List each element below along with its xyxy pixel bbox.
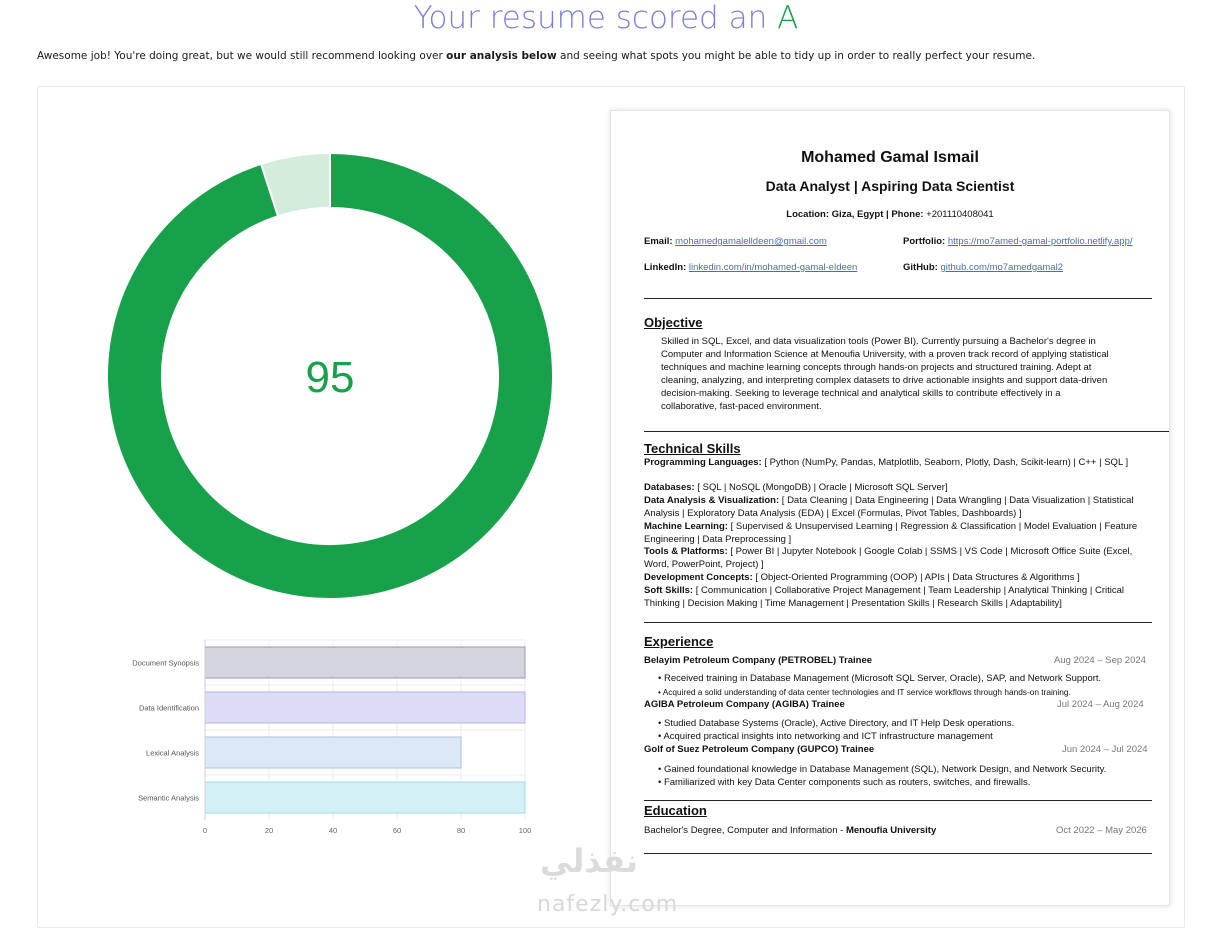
github-label: GitHub:: [903, 262, 938, 273]
github-link[interactable]: github.com/mo7amedgamal2: [940, 262, 1063, 273]
skill-programming: Programming Languages: [ Python (NumPy, …: [644, 457, 1154, 470]
job-bullet: • Acquired a solid understanding of data…: [658, 687, 1071, 697]
category-label: Data Identification: [139, 704, 199, 713]
portfolio-link[interactable]: https://mo7amed-gamal-portfolio.netlify.…: [948, 236, 1133, 247]
skill-label: Databases:: [644, 482, 695, 493]
education-row: Bachelor's Degree, Computer and Informat…: [644, 825, 936, 836]
email-label: Email:: [644, 236, 673, 247]
location-label: Location: Giza, Egypt | Phone:: [786, 209, 924, 220]
resume-location: Location: Giza, Egypt | Phone: +20111040…: [611, 209, 1169, 220]
bar: [204, 646, 526, 679]
objective-text: Skilled in SQL, Excel, and data visualiz…: [661, 335, 1156, 413]
job-date: Jun 2024 – Jul 2024: [1062, 744, 1148, 755]
job-bullet: • Familiarized with key Data Center comp…: [658, 777, 1031, 788]
category-label: Lexical Analysis: [146, 749, 199, 758]
divider: [644, 800, 1152, 801]
bar: [204, 691, 526, 724]
experience-heading: Experience: [644, 634, 714, 649]
linkedin-row: LinkedIn: linkedin.com/in/mohamed-gamal-…: [644, 262, 857, 273]
portfolio-row: Portfolio: https://mo7amed-gamal-portfol…: [903, 236, 1133, 247]
skill-analysis: Data Analysis & Visualization: [ Data Cl…: [644, 495, 1154, 521]
watermark-arabic: نفذلي: [540, 842, 638, 880]
skill-databases: Databases: [ SQL | NoSQL (MongoDB) | Ora…: [644, 482, 1154, 495]
objective-line: techniques and machine learning concepts…: [661, 362, 1092, 373]
skills-heading: Technical Skills: [644, 441, 741, 456]
x-tick-label: 40: [329, 826, 337, 835]
education-heading: Education: [644, 803, 707, 818]
objective-line: Computer and Information Science at Meno…: [661, 349, 1109, 360]
x-tick-label: 0: [203, 826, 207, 835]
email-row: Email: mohamedgamalelldeen@gmail.com: [644, 236, 827, 247]
objective-line: collaborative, fast-paced environment.: [661, 401, 822, 412]
portfolio-label: Portfolio:: [903, 236, 946, 247]
skill-label: Machine Learning:: [644, 521, 728, 532]
phone-value: +201110408041: [923, 209, 994, 220]
bar: [204, 736, 462, 769]
divider: [644, 431, 1169, 432]
skill-dev: Development Concepts: [ Object-Oriented …: [644, 572, 1154, 585]
x-tick-label: 100: [519, 826, 532, 835]
job-bullet: • Studied Database Systems (Oracle), Act…: [658, 718, 1015, 729]
divider: [644, 298, 1152, 299]
skill-text: [ SQL | NoSQL (MongoDB) | Oracle | Micro…: [694, 482, 948, 493]
job-title: AGIBA Petroleum Company (AGIBA) Trainee: [644, 699, 845, 710]
divider: [644, 622, 1152, 623]
category-label: Semantic Analysis: [138, 794, 199, 803]
x-tick-label: 20: [265, 826, 273, 835]
objective-line: Skilled in SQL, Excel, and data visualiz…: [661, 336, 1096, 347]
skill-label: Development Concepts:: [644, 572, 753, 583]
job-date: Jul 2024 – Aug 2024: [1057, 699, 1144, 710]
intro-post: and seeing what spots you might be able …: [556, 50, 1036, 62]
skill-label: Soft Skills:: [644, 585, 694, 596]
job-title: Belayim Petroleum Company (PETROBEL) Tra…: [644, 655, 873, 666]
skill-text: [ Object-Oriented Programming (OOP) | AP…: [752, 572, 1080, 583]
job-bullet: • Received training in Database Manageme…: [658, 673, 1102, 684]
watermark-latin: nafezly.com: [537, 892, 679, 917]
divider: [644, 853, 1152, 854]
skill-text: [ Communication | Collaborative Project …: [644, 585, 1124, 609]
resume-preview: Mohamed Gamal Ismail Data Analyst | Aspi…: [610, 110, 1170, 906]
linkedin-link[interactable]: linkedin.com/in/mohamed-gamal-eldeen: [689, 262, 857, 273]
education-school: Menoufia University: [845, 825, 937, 836]
job-title: Golf of Suez Petroleum Company (GUPCO) T…: [644, 744, 875, 755]
skill-label: Tools & Platforms:: [644, 546, 728, 557]
analysis-bar-chart: 0 20 40 60 80 100 Document Synopsis Data Identi…: [132, 639, 532, 835]
x-tick-label: 60: [393, 826, 401, 835]
objective-heading: Objective: [644, 315, 703, 330]
skill-text: [ Python (NumPy, Pandas, Matplotlib, Sea…: [761, 457, 1129, 468]
job-bullet: • Gained foundational knowledge in Datab…: [658, 764, 1107, 775]
skill-label: Data Analysis & Visualization:: [644, 495, 780, 506]
category-label: Document Synopsis: [132, 659, 199, 668]
skill-ml: Machine Learning: [ Supervised & Unsuper…: [644, 521, 1154, 547]
skill-tools: Tools & Platforms: [ Power BI | Jupyter …: [644, 546, 1154, 572]
job-date: Aug 2024 – Sep 2024: [1054, 655, 1146, 666]
job-bullet: • Acquired practical insights into netwo…: [658, 731, 993, 742]
linkedin-label: LinkedIn:: [644, 262, 687, 273]
skill-label: Programming Languages:: [644, 457, 762, 468]
grade-letter: A: [777, 0, 799, 36]
education-date: Oct 2022 – May 2026: [1056, 825, 1147, 836]
github-row: GitHub: github.com/mo7amedgamal2: [903, 262, 1063, 273]
objective-line: cleaning, analyzing, and interpreting co…: [661, 375, 1108, 386]
objective-line: decision-making. Seeking to leverage tec…: [661, 388, 1061, 399]
email-link[interactable]: mohamedgamalelldeen@gmail.com: [675, 236, 827, 247]
education-degree: Bachelor's Degree, Computer and Informat…: [644, 825, 846, 836]
x-tick-label: 80: [457, 826, 465, 835]
resume-title: Data Analyst | Aspiring Data Scientist: [765, 178, 1015, 194]
skill-soft: Soft Skills: [ Communication | Collabora…: [644, 585, 1154, 611]
bar: [204, 781, 526, 814]
resume-name: Mohamed Gamal Ismail: [801, 149, 979, 166]
